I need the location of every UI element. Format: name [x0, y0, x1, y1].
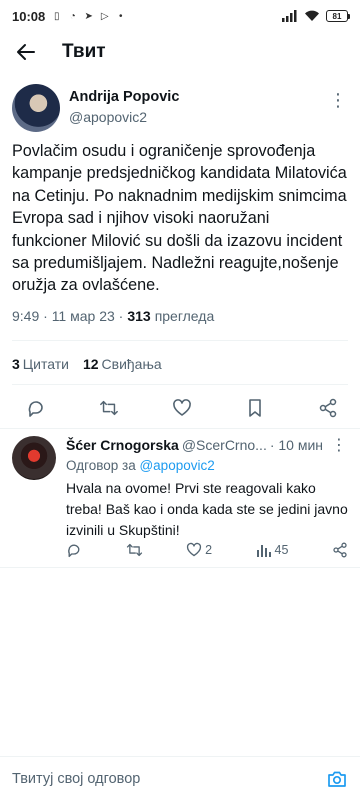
notification-icons: ▯ ◔ ➤ ▷ • [51, 11, 126, 22]
more-options-icon[interactable]: ⋮ [331, 435, 348, 455]
divider [12, 384, 348, 385]
tweet-timestamp[interactable]: 9:49 · 11 мар 23 · [12, 308, 123, 324]
share-icon [319, 398, 337, 418]
like-icon [186, 542, 202, 557]
tweet-author: Andrija Popovic @apopovic2 ⋮ [0, 84, 360, 136]
reply-share-button[interactable] [332, 542, 348, 558]
reply-views-count: 45 [274, 543, 289, 557]
views-icon [256, 545, 271, 557]
quotes-link[interactable]: 3 Цитати [12, 356, 69, 372]
sim-icon: ▯ [53, 10, 60, 22]
retweet-icon [126, 543, 142, 557]
share-icon [333, 542, 347, 558]
back-arrow-icon [17, 44, 35, 60]
reply-like-count: 2 [205, 543, 213, 557]
reply-button[interactable] [26, 398, 46, 418]
reply-content: Šćer Crnogorska @ScerCrno... · 10 мин ⋮ … [66, 436, 348, 541]
likes-count: 12 [82, 356, 99, 372]
reply-header: Šćer Crnogorska @ScerCrno... · 10 мин ⋮ [66, 436, 348, 454]
reply-composer[interactable]: Твитуј свој одговор [0, 756, 360, 800]
likes-link[interactable]: 12 Свиђања [83, 356, 162, 372]
bookmark-button[interactable] [245, 398, 265, 418]
reply-views-button[interactable]: 45 [256, 542, 289, 558]
reply-handle[interactable]: @ScerCrno... [182, 437, 267, 453]
likes-label: Свиђања [101, 356, 162, 372]
play-icon: ▷ [100, 10, 109, 22]
author-display-name[interactable]: Andrija Popovic [69, 88, 179, 106]
telegram-icon: ➤ [84, 10, 93, 22]
reply-icon [68, 544, 80, 558]
main-tweet: Andrija Popovic @apopovic2 ⋮ Povlačim os… [0, 84, 360, 327]
quotes-count: 3 [12, 356, 20, 372]
tweet-stats: 3 Цитати 12 Свиђања [12, 356, 162, 372]
divider [0, 428, 360, 429]
top-app-bar: Твит [0, 32, 360, 72]
views-label: прегледа [154, 307, 215, 324]
tweet-text: Povlačim osudu i ograničenje sprovođenja… [12, 142, 347, 295]
divider [12, 340, 348, 341]
tweet-actions [0, 394, 360, 422]
more-options-icon[interactable]: ⋮ [329, 90, 348, 111]
reply-input[interactable]: Твитуј свој одговор [12, 771, 326, 787]
page-title: Твит [62, 41, 106, 62]
bookmark-icon [249, 399, 261, 417]
status-time: 10:08 [12, 8, 46, 24]
system-icons: 81 [282, 10, 350, 22]
replying-to: Одговор за @apopovic2 [66, 458, 348, 473]
avatar[interactable] [12, 436, 56, 480]
reply-display-name[interactable]: Šćer Crnogorska [66, 437, 179, 453]
author-handle[interactable]: @apopovic2 [69, 106, 179, 128]
reply-time: · 10 мин [269, 437, 324, 453]
reply-like-button[interactable]: 2 [186, 542, 212, 558]
like-button[interactable] [172, 398, 192, 418]
replying-prefix: Одговор за [66, 458, 136, 473]
status-bar: 10:08 ▯ ◔ ➤ ▷ • 81 [0, 0, 360, 32]
reply-actions: 2 45 [66, 542, 348, 558]
whatsapp-icon: ◔ [69, 10, 76, 22]
quotes-label: Цитати [22, 356, 69, 372]
camera-button[interactable] [326, 768, 348, 790]
reply-text: Hvala na ovome! Prvi ste reagovali kako … [66, 480, 348, 538]
back-button[interactable] [12, 38, 40, 66]
replying-to-link[interactable]: @apopovic2 [139, 458, 214, 473]
retweet-button[interactable] [99, 398, 119, 418]
wifi-icon [305, 10, 319, 21]
author-names: Andrija Popovic @apopovic2 [69, 88, 179, 128]
reply-reply-button[interactable] [66, 542, 82, 558]
views-count: 313 [127, 307, 151, 324]
avatar[interactable] [12, 84, 60, 132]
share-button[interactable] [318, 398, 338, 418]
tweet-meta: 9:49 · 11 мар 23 · 313 прегледа [0, 297, 360, 327]
camera-icon [328, 771, 346, 787]
reply-tweet[interactable]: Šćer Crnogorska @ScerCrno... · 10 мин ⋮ … [0, 436, 360, 568]
retweet-icon [100, 400, 118, 416]
dot-icon: • [118, 10, 123, 22]
like-icon [173, 399, 191, 416]
signal-icon [282, 10, 297, 22]
reply-icon [28, 401, 43, 417]
battery-icon: 81 [326, 10, 350, 22]
reply-retweet-button[interactable] [126, 542, 143, 558]
